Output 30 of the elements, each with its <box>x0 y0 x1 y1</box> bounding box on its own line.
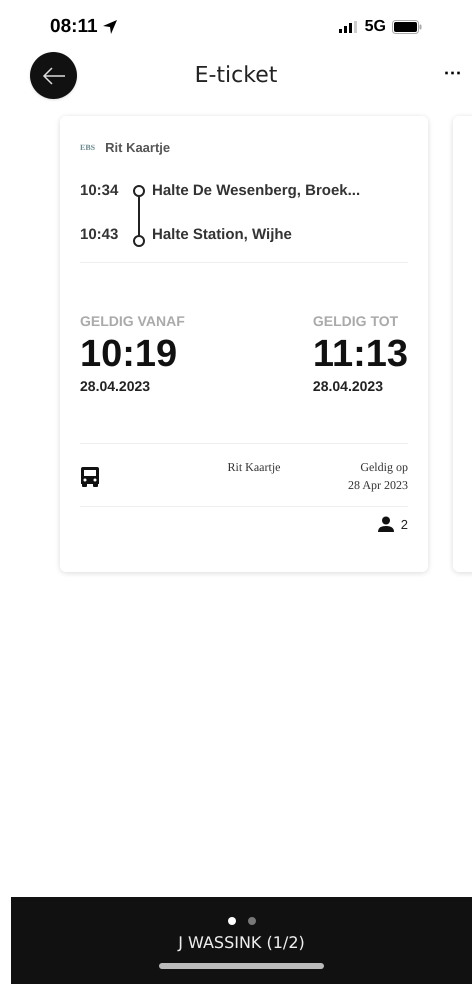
stop-time: 10:43 <box>80 225 120 246</box>
status-time: 08:11 <box>50 14 98 39</box>
route-line-icon <box>132 184 146 248</box>
network-label: 5G <box>364 17 386 37</box>
ticket-type: Rit Kaartje <box>105 139 170 157</box>
more-menu-button[interactable]: ··· <box>444 60 462 87</box>
page-title: E-ticket <box>194 62 278 90</box>
validity-time: 10:19 <box>80 332 178 376</box>
valid-on-date: 28 Apr 2023 <box>348 476 408 494</box>
valid-on-label: Geldig op <box>360 458 408 476</box>
stop-time: 10:34 <box>80 181 120 202</box>
signal-icon <box>338 21 359 33</box>
validity-date: 28.04.2023 <box>312 376 383 396</box>
ticket-card[interactable]: EBS Rit Kaartje 10:34 Halte De Wesenberg, Broek... 10:43 Halte Station, Wijhe GELDIG VANAF 10:19 28.04.2023 GELDIG TOT 11:13 28.04.2023 Rit Kaartje Geldig op 28 Apr 2023 2 <box>60 116 428 572</box>
stop-name: Halte De Wesenberg, Broek... <box>152 181 360 202</box>
ticket-holder-name: J WASSINK (1/2) <box>178 932 305 954</box>
passenger-count: 2 <box>400 516 408 534</box>
operator-logo: EBS <box>80 142 96 154</box>
person-icon <box>376 516 395 532</box>
back-button[interactable] <box>30 52 77 99</box>
battery-icon <box>392 20 422 34</box>
stop-name: Halte Station, Wijhe <box>152 225 292 246</box>
validity-time: 11:13 <box>312 332 408 376</box>
back-arrow-icon <box>42 66 66 84</box>
validity-label: GELDIG VANAF <box>80 312 185 330</box>
location-arrow-icon <box>102 19 118 35</box>
bus-icon <box>80 466 100 488</box>
validity-label: GELDIG TOT <box>312 312 398 330</box>
validity-date: 28.04.2023 <box>80 376 150 396</box>
product-name: Rit Kaartje <box>228 458 280 476</box>
